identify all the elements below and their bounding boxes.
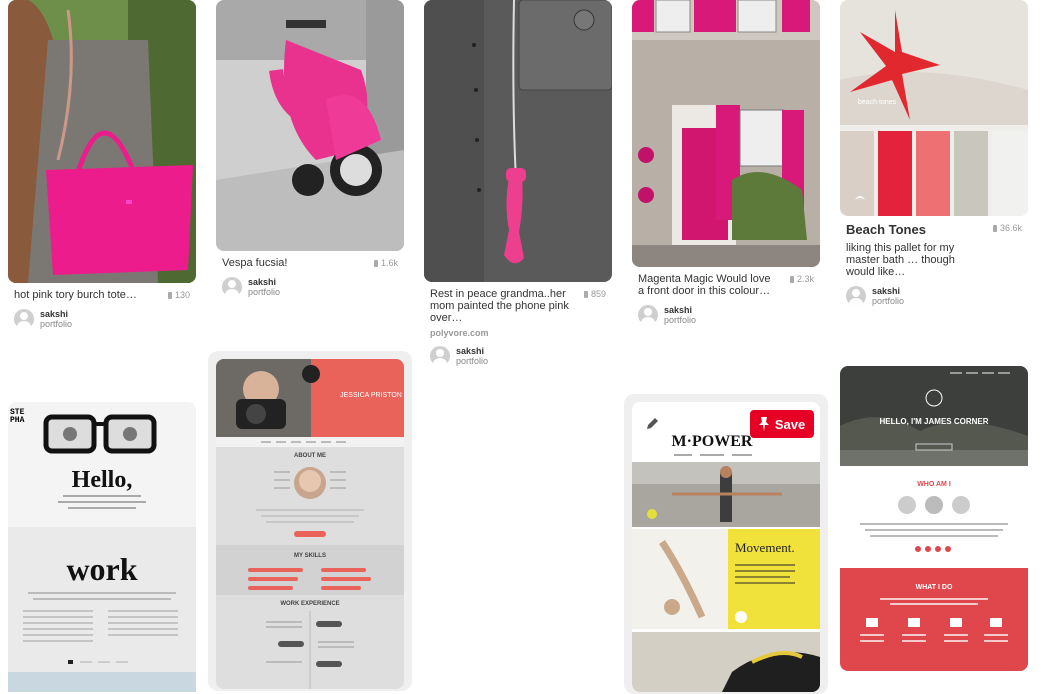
pin-icon	[789, 276, 794, 283]
pinner-name[interactable]: sakshi	[872, 286, 904, 296]
avatar[interactable]	[846, 286, 866, 306]
pin-description: liking this pallet for my master bath … …	[846, 242, 955, 278]
svg-text:WORK EXPERIENCE: WORK EXPERIENCE	[280, 601, 339, 607]
pin-source-domain[interactable]: polyvore.com	[430, 328, 606, 338]
pin-beach-tones[interactable]: beach tones Beach Tones 36.6k liking thi…	[840, 0, 1028, 306]
svg-text:PHA: PHA	[10, 416, 25, 425]
pinner-name[interactable]: sakshi	[248, 277, 280, 287]
board-name[interactable]: portfolio	[248, 287, 280, 297]
pin-image[interactable]: JESSICA PRISTON ABOUT ME MY SKILLS WORK …	[216, 359, 404, 689]
pinner-attribution[interactable]: sakshi portfolio	[638, 305, 814, 325]
repin-count: 36.6k	[992, 223, 1022, 233]
pin-image[interactable]: beach tones	[840, 0, 1028, 216]
board-name[interactable]: portfolio	[664, 315, 696, 325]
svg-text:WHO AM I: WHO AM I	[917, 481, 951, 488]
svg-text:HELLO, I'M JAMES CORNER: HELLO, I'M JAMES CORNER	[879, 417, 988, 426]
pin-image[interactable]: HELLO, I'M JAMES CORNER WHO AM I WHAT I …	[840, 366, 1028, 671]
pin-description: Magenta Magic Would love a front door in…	[638, 273, 771, 297]
pin-magenta-door[interactable]: Magenta Magic Would love a front door in…	[632, 0, 820, 325]
svg-text:WHAT I DO: WHAT I DO	[916, 584, 953, 591]
pushpin-icon	[758, 417, 769, 431]
pin-vespa[interactable]: Vespa fucsia! 1.6k sakshi portfolio	[216, 0, 404, 297]
pin-icon	[167, 292, 172, 299]
save-button[interactable]: Save	[750, 410, 814, 438]
repin-count: 859	[583, 289, 606, 299]
pinner-attribution[interactable]: sakshi portfolio	[222, 277, 398, 297]
pinner-name[interactable]: sakshi	[664, 305, 696, 315]
svg-text:MY SKILLS: MY SKILLS	[294, 553, 326, 559]
pin-description: Rest in peace grandma..her mom painted t…	[430, 288, 569, 324]
pinner-attribution[interactable]: sakshi portfolio	[846, 286, 1022, 306]
svg-text:ABOUT ME: ABOUT ME	[294, 453, 326, 459]
pin-image[interactable]	[8, 0, 196, 283]
svg-text:M·POWER: M·POWER	[672, 433, 753, 450]
pin-description: hot pink tory burch tote…	[14, 289, 137, 301]
board-name[interactable]: portfolio	[456, 356, 488, 366]
pin-hello-work[interactable]: STE PHA Hello, work	[8, 402, 196, 692]
pin-image[interactable]: STE PHA Hello, work	[8, 402, 196, 692]
pinner-attribution[interactable]: sakshi portfolio	[14, 309, 190, 329]
svg-text:JESSICA PRISTON: JESSICA PRISTON	[340, 392, 402, 399]
repin-count: 130	[167, 290, 190, 300]
avatar[interactable]	[638, 305, 658, 325]
pin-image[interactable]: M·POWER Movement. Save	[632, 402, 820, 692]
pinner-name[interactable]: sakshi	[40, 309, 72, 319]
pin-jessica-portfolio[interactable]: JESSICA PRISTON ABOUT ME MY SKILLS WORK …	[216, 359, 404, 689]
avatar[interactable]	[14, 309, 34, 329]
avatar[interactable]	[222, 277, 242, 297]
pin-title: Beach Tones	[846, 222, 926, 237]
svg-text:Hello,: Hello,	[72, 467, 133, 493]
pin-pink-phone[interactable]: Rest in peace grandma..her mom painted t…	[424, 0, 612, 366]
svg-text:Movement.: Movement.	[735, 540, 795, 555]
pin-icon	[992, 225, 997, 232]
pinner-attribution[interactable]: sakshi portfolio	[430, 346, 606, 366]
pinner-name[interactable]: sakshi	[456, 346, 488, 356]
pin-image[interactable]	[216, 0, 404, 251]
edit-pin-button[interactable]	[638, 410, 666, 438]
board-name[interactable]: portfolio	[40, 319, 72, 329]
svg-text:work: work	[66, 551, 137, 587]
pencil-icon	[647, 418, 658, 429]
board-name[interactable]: portfolio	[872, 296, 904, 306]
pin-icon	[373, 260, 378, 267]
avatar[interactable]	[430, 346, 450, 366]
pin-description: Vespa fucsia!	[222, 257, 288, 269]
pin-image[interactable]	[424, 0, 612, 282]
pin-pink-tote[interactable]: hot pink tory burch tote… 130 sakshi por…	[8, 0, 196, 329]
repin-count: 2.3k	[789, 274, 814, 284]
pin-icon	[583, 291, 588, 298]
svg-text:beach tones: beach tones	[858, 99, 897, 106]
pin-james-corner[interactable]: HELLO, I'M JAMES CORNER WHO AM I WHAT I …	[840, 366, 1028, 671]
pin-mpower[interactable]: M·POWER Movement. Save	[632, 402, 820, 692]
pin-image[interactable]	[632, 0, 820, 267]
repin-count: 1.6k	[373, 258, 398, 268]
